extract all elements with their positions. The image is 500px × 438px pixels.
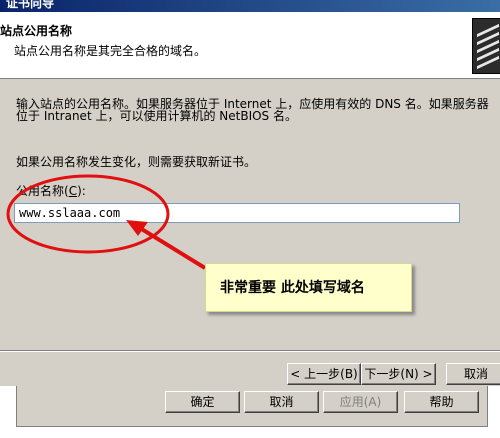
ok-button[interactable]: 确定 [165,391,240,413]
callout-arrow-line [138,226,207,270]
callout-text: 非常重要 此处填写域名 [220,280,365,296]
wizard-title-bar: 证书向导 [0,0,500,12]
next-button[interactable]: 下一步(N) > [361,363,436,385]
window-title: 证书向导 [6,0,55,10]
annotation-callout: 非常重要 此处填写域名 [205,263,412,312]
wizard-header: 站点公用名称 站点公用名称是其完全合格的域名。 [0,12,500,79]
help-button[interactable]: 帮助 [404,391,479,413]
common-name-label: 公用名称(C): [16,184,86,198]
apply-button[interactable]: 应用(A) [323,391,398,413]
certificate-note: 如果公用名称发生变化，则需要获取新证书。 [16,155,257,169]
properties-cancel-button[interactable]: 取消 [244,391,319,413]
certificate-wizard-icon [472,18,500,74]
button-separator [0,350,500,352]
page-subtitle: 站点公用名称是其完全合格的域名。 [14,44,207,58]
wizard-cancel-button[interactable]: 取消 [446,363,500,385]
back-button[interactable]: < 上一步(B) [287,363,361,385]
page-title: 站点公用名称 [0,24,73,38]
instruction-line-2: 位于 Intranet 上，可以使用计算机的 NetBIOS 名。 [16,109,297,123]
common-name-input[interactable]: www.sslaaa.com [14,203,460,223]
